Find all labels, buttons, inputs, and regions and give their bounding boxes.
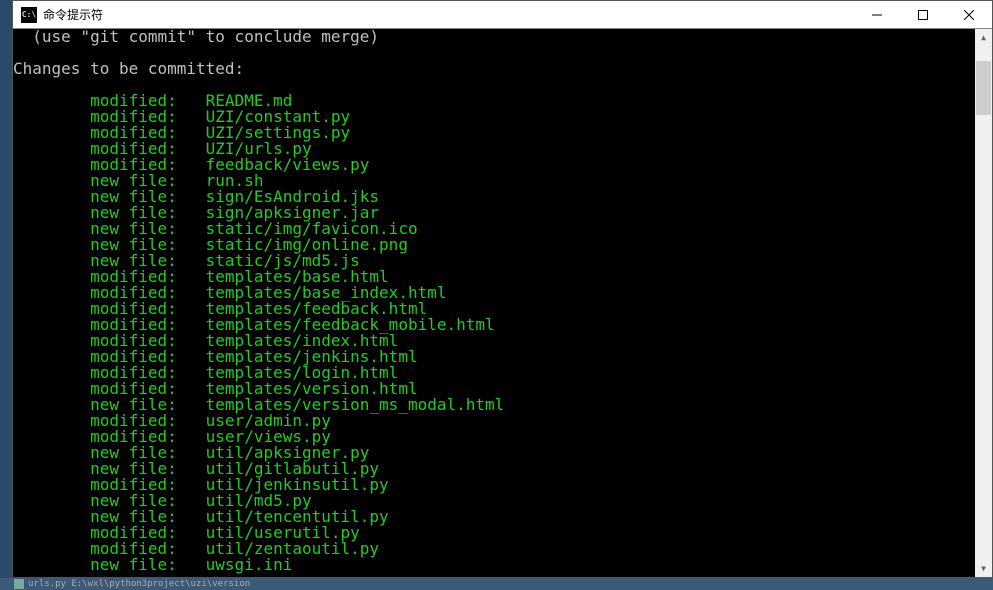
content-area: (use "git commit" to conclude merge)Chan… — [13, 29, 992, 577]
window-title: 命令提示符 — [43, 6, 854, 23]
titlebar[interactable]: C:\ 命令提示符 — [13, 1, 992, 29]
python-file-icon — [14, 579, 24, 589]
minimize-icon — [872, 10, 882, 20]
cmd-icon: C:\ — [21, 7, 37, 23]
scrollbar-track[interactable] — [975, 46, 992, 560]
ide-tab-bar[interactable]: urls.py E:\wxl\python3project\uzi\versio… — [0, 578, 993, 590]
scrollbar-thumb[interactable] — [976, 61, 991, 115]
open-file-label[interactable]: urls.py E:\wxl\python3project\uzi\versio… — [28, 579, 250, 589]
close-button[interactable] — [946, 1, 992, 28]
vertical-scrollbar[interactable]: ▲ ▼ — [975, 29, 992, 577]
scroll-down-arrow-icon[interactable]: ▼ — [975, 560, 992, 577]
minimize-button[interactable] — [854, 1, 900, 28]
close-icon — [964, 10, 974, 20]
scroll-up-arrow-icon[interactable]: ▲ — [975, 29, 992, 46]
editor-gutter-strip — [0, 0, 12, 590]
cmd-window: C:\ 命令提示符 (use "git commit" to conclude … — [12, 0, 993, 578]
terminal-output[interactable]: (use "git commit" to conclude merge)Chan… — [13, 29, 975, 577]
maximize-icon — [918, 10, 928, 20]
maximize-button[interactable] — [900, 1, 946, 28]
window-controls — [854, 1, 992, 28]
